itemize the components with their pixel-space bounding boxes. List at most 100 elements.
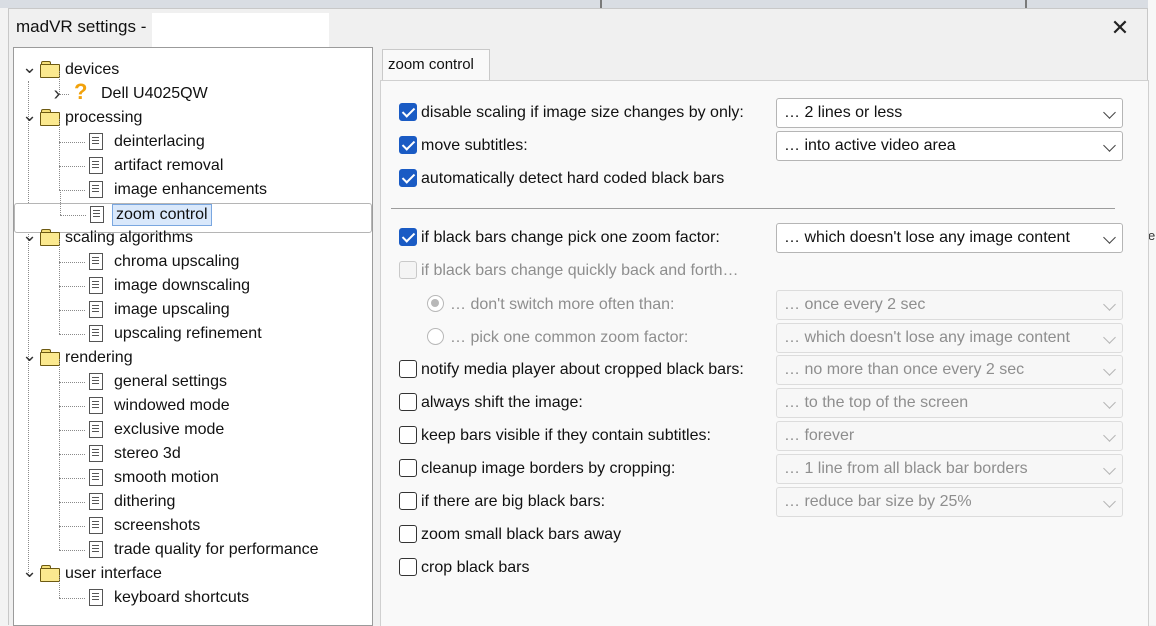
settings-tree[interactable]: ⌄ devices ›? Dell U4025QW ⌄ processing deinter…	[13, 47, 373, 626]
tree-connector	[59, 383, 60, 406]
tree-item-label: devices	[65, 61, 120, 78]
background-divider	[600, 0, 602, 8]
tree-item-smooth-motion[interactable]: smooth motion	[14, 455, 372, 489]
page-icon	[89, 493, 103, 510]
tree-item-label: deinterlacing	[114, 133, 205, 150]
tree-connector	[59, 167, 60, 190]
tree-item-devices[interactable]: ⌄ devices	[14, 58, 372, 81]
tree-item-label: keyboard shortcuts	[114, 589, 250, 606]
checkbox[interactable]	[399, 426, 417, 444]
tree-item-upscaling-refinement[interactable]: upscaling refinement	[14, 311, 372, 345]
chevron-down-icon	[1103, 363, 1116, 376]
page-icon	[89, 133, 103, 150]
dropdown-disable-scaling-if-image-size-changes-by-only[interactable]: … 2 lines or less	[776, 98, 1123, 128]
question-icon: ?	[74, 79, 88, 104]
tree-item-trade-quality-for-performance[interactable]: trade quality for performance	[14, 527, 372, 561]
folder-icon	[40, 109, 60, 126]
tree-item-dithering[interactable]: dithering	[14, 479, 372, 513]
tree-connector	[60, 215, 86, 216]
tree-item-label: image enhancements	[114, 181, 267, 198]
close-icon[interactable]: ✕	[1107, 15, 1133, 41]
checkbox	[399, 261, 417, 279]
tree-connector	[59, 550, 85, 551]
page-icon	[89, 277, 103, 294]
tree-item-artifact-removal[interactable]: artifact removal	[14, 143, 372, 177]
tree-item-keyboard-shortcuts[interactable]: keyboard shortcuts	[14, 575, 372, 609]
tree-item-image-downscaling[interactable]: image downscaling	[14, 263, 372, 297]
dropdown-pick-one-common-zoom-factor: … which doesn't lose any image content	[776, 323, 1123, 353]
tree-item-rendering[interactable]: ⌄ rendering	[14, 346, 372, 369]
checkbox[interactable]	[399, 169, 417, 187]
tree-item-general-settings[interactable]: general settings	[14, 359, 372, 393]
chevron-down-icon[interactable]: ⌄	[22, 226, 37, 249]
tree-connector	[59, 407, 60, 430]
tree-item-label: smooth motion	[114, 469, 219, 486]
dropdown-value: … into active video area	[784, 137, 956, 154]
dropdown-keep-bars-visible-if-they-contain-subtitles: … forever	[776, 421, 1123, 451]
option-label: crop black bars	[421, 559, 530, 576]
tree-item-exclusive-mode[interactable]: exclusive mode	[14, 407, 372, 441]
dropdown-value: … forever	[784, 427, 855, 444]
tree-item-label: rendering	[65, 349, 133, 366]
chevron-right-icon[interactable]: ›	[50, 83, 64, 105]
chevron-down-icon[interactable]: ⌄	[22, 346, 37, 369]
checkbox[interactable]	[399, 558, 417, 576]
tree-item-label: processing	[65, 109, 143, 126]
folder-icon	[40, 349, 60, 366]
page-icon	[89, 445, 103, 462]
tree-item-processing[interactable]: ⌄ processing	[14, 106, 372, 129]
tab-zoom-control[interactable]: zoom control	[382, 49, 490, 81]
checkbox[interactable]	[399, 360, 417, 378]
background-window-right: e	[1148, 0, 1156, 625]
tree-item-label: trade quality for performance	[114, 541, 319, 558]
page-icon	[89, 373, 103, 390]
chevron-down-icon[interactable]: ⌄	[22, 562, 37, 585]
page-icon	[89, 469, 103, 486]
tree-item-label: dithering	[114, 493, 176, 510]
checkbox[interactable]	[399, 136, 417, 154]
tree-item-chroma-upscaling[interactable]: chroma upscaling	[14, 239, 372, 273]
tree-connector	[59, 190, 85, 191]
tree-item-scaling-algorithms[interactable]: ⌄ scaling algorithms	[14, 226, 372, 249]
option-label: automatically detect hard coded black ba…	[421, 170, 725, 187]
tree-connector	[59, 263, 60, 286]
tree-item-stereo-3d[interactable]: stereo 3d	[14, 431, 372, 465]
option-label: if black bars change quickly back and fo…	[421, 262, 739, 279]
tree-connector	[59, 119, 60, 142]
chevron-down-icon[interactable]: ⌄	[22, 106, 37, 129]
chevron-down-icon	[1103, 298, 1116, 311]
tree-item-screenshots[interactable]: screenshots	[14, 503, 372, 537]
chevron-down-icon[interactable]: ⌄	[22, 58, 37, 81]
tree-connector	[59, 527, 60, 550]
tree-item-label: image upscaling	[114, 301, 230, 318]
checkbox[interactable]	[399, 525, 417, 543]
tree-connector	[60, 192, 61, 215]
tree-item-user-interface[interactable]: ⌄ user interface	[14, 562, 372, 585]
checkbox[interactable]	[399, 492, 417, 510]
tree-connector	[59, 526, 85, 527]
tree-item-deinterlacing[interactable]: deinterlacing	[14, 119, 372, 153]
tree-item-dell-u4025qw[interactable]: ›? Dell U4025QW	[14, 71, 372, 105]
dropdown-always-shift-the-image: … to the top of the screen	[776, 388, 1123, 418]
tree-connector	[59, 502, 85, 503]
tree-connector	[59, 455, 60, 478]
section-separator	[391, 208, 1115, 209]
dropdown-value: … reduce bar size by 25%	[784, 493, 972, 510]
tree-item-label: image downscaling	[114, 277, 251, 294]
title-redaction	[152, 13, 329, 47]
checkbox[interactable]	[399, 459, 417, 477]
checkbox[interactable]	[399, 228, 417, 246]
tree-connector	[59, 503, 60, 526]
checkbox[interactable]	[399, 103, 417, 121]
dropdown-move-subtitles[interactable]: … into active video area	[776, 131, 1123, 161]
tree-connector	[59, 334, 85, 335]
page-icon	[90, 206, 104, 223]
tree-item-image-enhancements[interactable]: image enhancements	[14, 167, 372, 201]
tree-item-windowed-mode[interactable]: windowed mode	[14, 383, 372, 417]
checkbox[interactable]	[399, 393, 417, 411]
dropdown-if-black-bars-change-pick-one-zoom-factor[interactable]: … which doesn't lose any image content	[776, 223, 1123, 253]
page-icon	[89, 541, 103, 558]
tree-item-image-upscaling[interactable]: image upscaling	[14, 287, 372, 321]
tree-connector	[59, 286, 85, 287]
tree-connector	[59, 478, 85, 479]
